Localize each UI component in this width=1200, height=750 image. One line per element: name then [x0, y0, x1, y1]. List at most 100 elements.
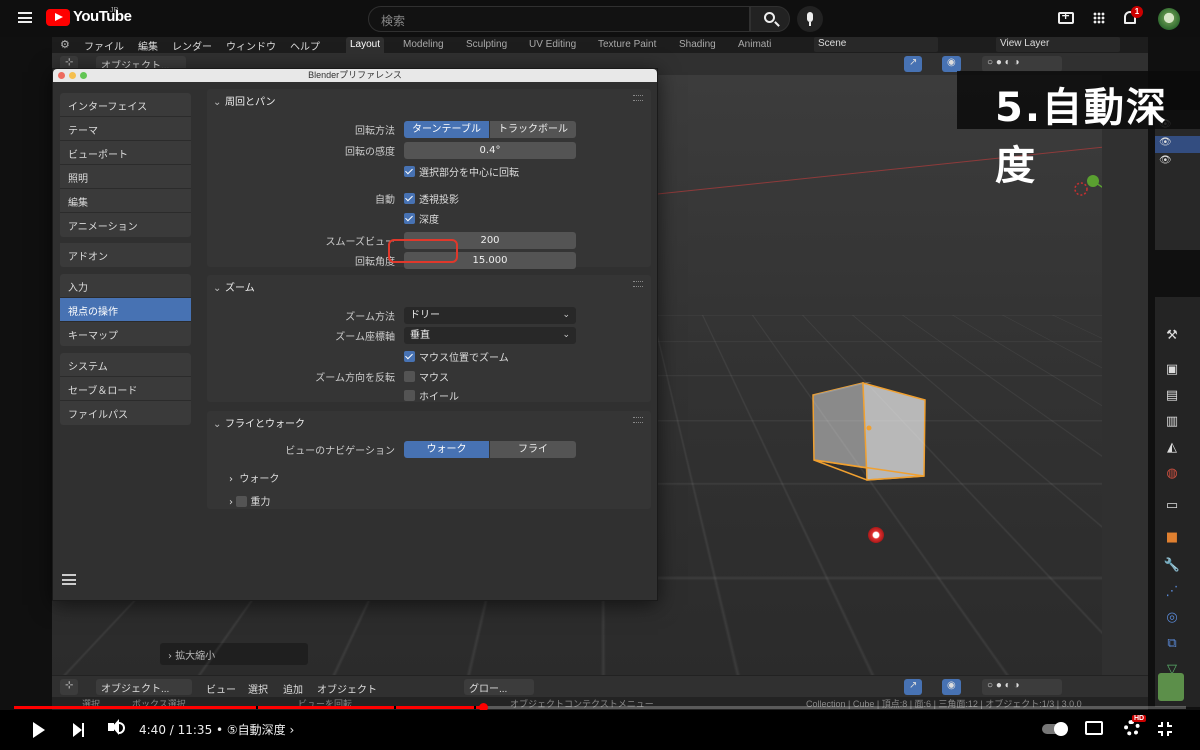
overlay-toggle-icon[interactable]: ◉: [942, 679, 961, 695]
modifier-properties-icon[interactable]: 🔧: [1163, 557, 1181, 575]
panel-header-fly-walk[interactable]: ⌄ フライとウォーク: [207, 411, 651, 431]
youtube-logo-icon[interactable]: [46, 9, 70, 26]
auto-depth-checkbox[interactable]: [404, 213, 415, 224]
transform-orientation[interactable]: グロー...: [464, 679, 534, 695]
panel-header-orbit-pan[interactable]: ⌄ 周回とパン: [207, 89, 651, 109]
nav-item-save-load[interactable]: セーブ＆ロード: [60, 377, 191, 401]
gravity-subpanel[interactable]: › 重力: [229, 493, 270, 508]
physics-properties-icon[interactable]: ◎: [1163, 609, 1181, 627]
last-operation-panel[interactable]: › 拡大縮小: [160, 643, 308, 665]
auto-perspective-checkbox[interactable]: [404, 193, 415, 204]
zoom-axis-dropdown[interactable]: 垂直 ⌄: [404, 327, 576, 344]
orbit-method-turntable[interactable]: ターンテーブル: [404, 121, 489, 138]
play-icon[interactable]: [33, 722, 45, 738]
particles-properties-icon[interactable]: ⋰: [1163, 583, 1181, 601]
nav-item-animation[interactable]: アニメーション: [60, 213, 191, 237]
chapter-title[interactable]: • ⑤自動深度 ›: [216, 723, 294, 737]
view-navigation-fly[interactable]: フライ: [490, 441, 576, 458]
nav-item-themes[interactable]: テーマ: [60, 117, 191, 141]
zoom-to-mouse-checkbox[interactable]: [404, 351, 415, 362]
nav-item-viewport[interactable]: ビューポート: [60, 141, 191, 165]
workspace-tab-texture-paint[interactable]: Texture Paint: [598, 39, 656, 50]
orbit-method-trackball[interactable]: トラックボール: [490, 121, 576, 138]
nav-item-interface[interactable]: インターフェイス: [60, 93, 191, 117]
menu-view[interactable]: ビュー: [206, 681, 236, 696]
view-layer-properties-icon[interactable]: ▥: [1163, 413, 1181, 431]
shading-modes[interactable]: ○ ● ◐ ◑: [982, 679, 1062, 695]
nav-item-navigation[interactable]: 視点の操作: [60, 298, 191, 322]
object-properties-icon[interactable]: ■: [1163, 529, 1181, 547]
constraints-properties-icon[interactable]: ⧉: [1163, 635, 1181, 653]
collection-properties-icon[interactable]: ▭: [1163, 497, 1181, 515]
preferences-menu-icon[interactable]: [62, 574, 76, 585]
preferences-title: Blenderプリファレンス: [308, 70, 402, 80]
panel-header-zoom[interactable]: ⌄ ズーム: [207, 275, 651, 295]
view-navigation-walk[interactable]: ウォーク: [404, 441, 489, 458]
fullscreen-icon[interactable]: [1158, 722, 1172, 736]
selected-cube[interactable]: [810, 380, 930, 490]
editor-type-button[interactable]: ⊹: [60, 679, 79, 695]
volume-icon[interactable]: [108, 719, 119, 735]
shading-modes[interactable]: ○ ● ◐ ◑: [982, 56, 1062, 72]
nav-item-system[interactable]: システム: [60, 353, 191, 377]
workspace-tab-animation[interactable]: Animati: [738, 39, 771, 50]
workspace-tab-uv-editing[interactable]: UV Editing: [529, 39, 576, 50]
output-properties-icon[interactable]: ▤: [1163, 387, 1181, 405]
zoom-method-dropdown[interactable]: ドリー ⌄: [404, 307, 576, 324]
orbit-selection-checkbox[interactable]: [404, 166, 415, 177]
next-video-icon[interactable]: [73, 723, 84, 737]
menu-object[interactable]: オブジェクト: [317, 681, 377, 696]
drag-handle-icon[interactable]: [633, 417, 643, 423]
create-video-icon[interactable]: [1058, 9, 1074, 24]
settings-gear-icon[interactable]: [1124, 720, 1140, 736]
video-player[interactable]: ⚙ ファイル 編集 レンダー ウィンドウ ヘルプ Layout Modeling…: [0, 37, 1200, 710]
view-layer-selector[interactable]: View Layer: [996, 37, 1120, 52]
apps-grid-icon[interactable]: [1093, 12, 1105, 24]
workspace-tab-modeling[interactable]: Modeling: [403, 39, 444, 50]
search-button[interactable]: [750, 6, 790, 32]
nav-item-addons[interactable]: アドオン: [60, 243, 191, 267]
nav-item-file-paths[interactable]: ファイルパス: [60, 401, 191, 425]
menu-add[interactable]: 追加: [283, 681, 303, 696]
scene-selector[interactable]: Scene: [814, 37, 938, 52]
search-input[interactable]: 検索: [368, 6, 750, 32]
youtube-wordmark[interactable]: YouTube: [73, 8, 132, 25]
autoplay-toggle[interactable]: [1042, 722, 1068, 736]
overlay-toggle-icon[interactable]: ◉: [942, 56, 961, 72]
mode-selector-bottom[interactable]: オブジェクト...: [96, 679, 192, 695]
preferences-titlebar[interactable]: Blenderプリファレンス: [53, 69, 657, 82]
scene-properties-icon[interactable]: ◭: [1163, 439, 1181, 457]
menu-render[interactable]: レンダー: [172, 38, 212, 53]
tool-settings-icon[interactable]: ⚒: [1163, 327, 1181, 345]
nav-item-editing[interactable]: 編集: [60, 189, 191, 213]
orbit-sensitivity-field[interactable]: 0.4°: [404, 142, 576, 159]
select-tool-icon[interactable]: ↗: [904, 679, 923, 695]
walk-subpanel[interactable]: › ウォーク: [229, 470, 279, 485]
nav-item-lights[interactable]: 照明: [60, 165, 191, 189]
menu-help[interactable]: ヘルプ: [290, 38, 320, 53]
menu-edit[interactable]: 編集: [138, 38, 158, 53]
voice-search-mic-icon[interactable]: [797, 6, 823, 32]
drag-handle-icon[interactable]: [633, 281, 643, 287]
nav-item-keymap[interactable]: キーマップ: [60, 322, 191, 346]
invert-mouse-checkbox[interactable]: [404, 371, 415, 382]
nav-item-input[interactable]: 入力: [60, 274, 191, 298]
3d-cursor-icon[interactable]: [868, 527, 884, 543]
gravity-checkbox[interactable]: [236, 496, 248, 507]
account-avatar[interactable]: [1158, 8, 1180, 30]
subtitles-icon[interactable]: [1085, 721, 1103, 735]
render-properties-icon[interactable]: ▣: [1163, 361, 1181, 379]
blender-logo-icon[interactable]: ⚙: [60, 38, 74, 52]
hamburger-menu-icon[interactable]: [18, 12, 32, 23]
menu-file[interactable]: ファイル: [84, 38, 124, 53]
drag-handle-icon[interactable]: [633, 95, 643, 101]
invert-wheel-checkbox[interactable]: [404, 390, 415, 401]
menu-select[interactable]: 選択: [248, 681, 268, 696]
workspace-tab-sculpting[interactable]: Sculpting: [466, 39, 507, 50]
world-properties-icon[interactable]: ◍: [1163, 465, 1181, 483]
menu-window[interactable]: ウィンドウ: [226, 38, 276, 53]
select-tool-icon[interactable]: ↗: [904, 56, 923, 72]
workspace-tab-shading[interactable]: Shading: [679, 39, 716, 50]
workspace-tab-layout[interactable]: Layout: [346, 37, 385, 53]
channel-watermark[interactable]: [1158, 673, 1184, 701]
